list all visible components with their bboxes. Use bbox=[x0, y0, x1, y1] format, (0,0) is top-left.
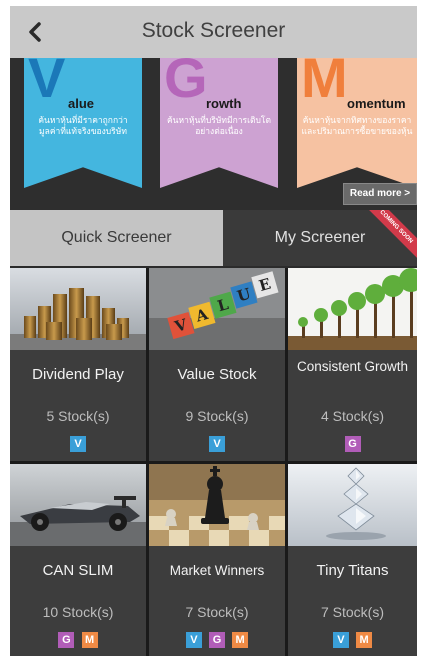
tab-my-screener-label: My Screener bbox=[274, 229, 366, 246]
value-ribbon: V alue ค้นหาหุ้นที่มีราคาถูกกว่ามูลค่าที… bbox=[24, 58, 142, 188]
screener-card-tiny-titans[interactable]: Tiny Titans 7 Stock(s) V M bbox=[288, 464, 417, 656]
ribbon-desc-value: ค้นหาหุ้นที่มีราคาถูกกว่ามูลค่าที่แท้จริ… bbox=[38, 116, 128, 138]
screener-name: Tiny Titans bbox=[316, 562, 389, 579]
screener-card-value-stock[interactable]: V A L U E Value Stock 9 Stock(s) V bbox=[149, 268, 285, 461]
value-badge: V bbox=[209, 436, 225, 452]
coming-soon-ribbon: COMING SOON bbox=[360, 210, 417, 263]
screener-card-consistent-growth[interactable]: Consistent Growth 4 Stock(s) G bbox=[288, 268, 417, 461]
momentum-ribbon: M omentum ค้นหาหุ้นจากทิศทางของราคาและปร… bbox=[297, 58, 417, 188]
factor-badges: V G M bbox=[149, 628, 285, 648]
growth-badge: G bbox=[344, 436, 361, 452]
screener-card-market-winners[interactable]: Market Winners 7 Stock(s) V G M bbox=[149, 464, 285, 656]
value-blocks-image: V A L U E bbox=[149, 268, 285, 350]
screener-name: Dividend Play bbox=[32, 366, 124, 383]
ribbon-word-growth: rowth bbox=[206, 96, 242, 111]
momentum-badge: M bbox=[81, 632, 98, 648]
coin-stacks-image bbox=[10, 268, 146, 350]
tab-my-screener[interactable]: My Screener COMING SOON bbox=[223, 210, 417, 266]
screener-name: CAN SLIM bbox=[42, 562, 114, 579]
ribbon-word-value: alue bbox=[68, 96, 95, 111]
growth-ribbon: G rowth ค้นหาหุ้นที่บริษัทมีการเติบโตอย่… bbox=[160, 58, 278, 188]
stock-count: 5 Stock(s) bbox=[46, 408, 110, 424]
ribbon-letter-g: G bbox=[164, 46, 208, 109]
stock-count: 9 Stock(s) bbox=[185, 408, 249, 424]
ribbon-desc-growth: ค้นหาหุ้นที่บริษัทมีการเติบโตอย่างต่อเนื… bbox=[166, 116, 272, 138]
screener-name: Market Winners bbox=[169, 563, 265, 578]
stock-count: 7 Stock(s) bbox=[185, 604, 249, 620]
growing-trees-image bbox=[288, 268, 417, 350]
screener-name: Consistent Growth bbox=[296, 359, 409, 374]
screener-tabs: Quick Screener My Screener COMING SOON bbox=[10, 210, 417, 266]
diamond-stack-image bbox=[288, 464, 417, 546]
vgm-banner: V alue ค้นหาหุ้นที่มีราคาถูกกว่ามูลค่าที… bbox=[10, 58, 417, 210]
momentum-badge: M bbox=[356, 632, 373, 648]
ribbon-letter-m: M bbox=[301, 46, 348, 109]
value-badge: V bbox=[185, 632, 202, 648]
race-car-image bbox=[10, 464, 146, 546]
value-badge: V bbox=[70, 436, 86, 452]
stock-count: 7 Stock(s) bbox=[320, 604, 384, 620]
factor-badges: V bbox=[10, 432, 146, 452]
page-title: Stock Screener bbox=[141, 19, 286, 42]
app-screen: Stock Screener V alue ค้นหาหุ้นที่มีราคา… bbox=[10, 6, 417, 656]
tab-quick-screener[interactable]: Quick Screener bbox=[10, 210, 223, 266]
screener-card-dividend-play[interactable]: Dividend Play 5 Stock(s) V bbox=[10, 268, 146, 461]
app-header: Stock Screener bbox=[10, 6, 417, 58]
factor-badges: V M bbox=[288, 628, 417, 648]
ribbon-letter-v: V bbox=[28, 46, 66, 109]
ribbon-word-momentum: omentum bbox=[347, 96, 406, 111]
factor-badges: G M bbox=[10, 628, 146, 648]
momentum-badge: M bbox=[232, 632, 249, 648]
read-more-button[interactable]: Read more > bbox=[343, 183, 417, 205]
growth-badge: G bbox=[58, 632, 75, 648]
stock-count: 4 Stock(s) bbox=[320, 408, 384, 424]
screener-grid: Dividend Play 5 Stock(s) V V A L U E Val… bbox=[10, 268, 417, 656]
factor-badges: G bbox=[288, 432, 417, 452]
screener-card-can-slim[interactable]: CAN SLIM 10 Stock(s) G M bbox=[10, 464, 146, 656]
growth-badge: G bbox=[209, 632, 225, 648]
factor-badges: V bbox=[149, 432, 285, 452]
chess-king-image bbox=[149, 464, 285, 546]
stock-count: 10 Stock(s) bbox=[42, 604, 114, 620]
screener-name: Value Stock bbox=[177, 366, 257, 383]
value-badge: V bbox=[332, 632, 349, 648]
ribbon-desc-momentum: ค้นหาหุ้นจากทิศทางของราคาและปริมาณการซื้… bbox=[301, 116, 413, 138]
